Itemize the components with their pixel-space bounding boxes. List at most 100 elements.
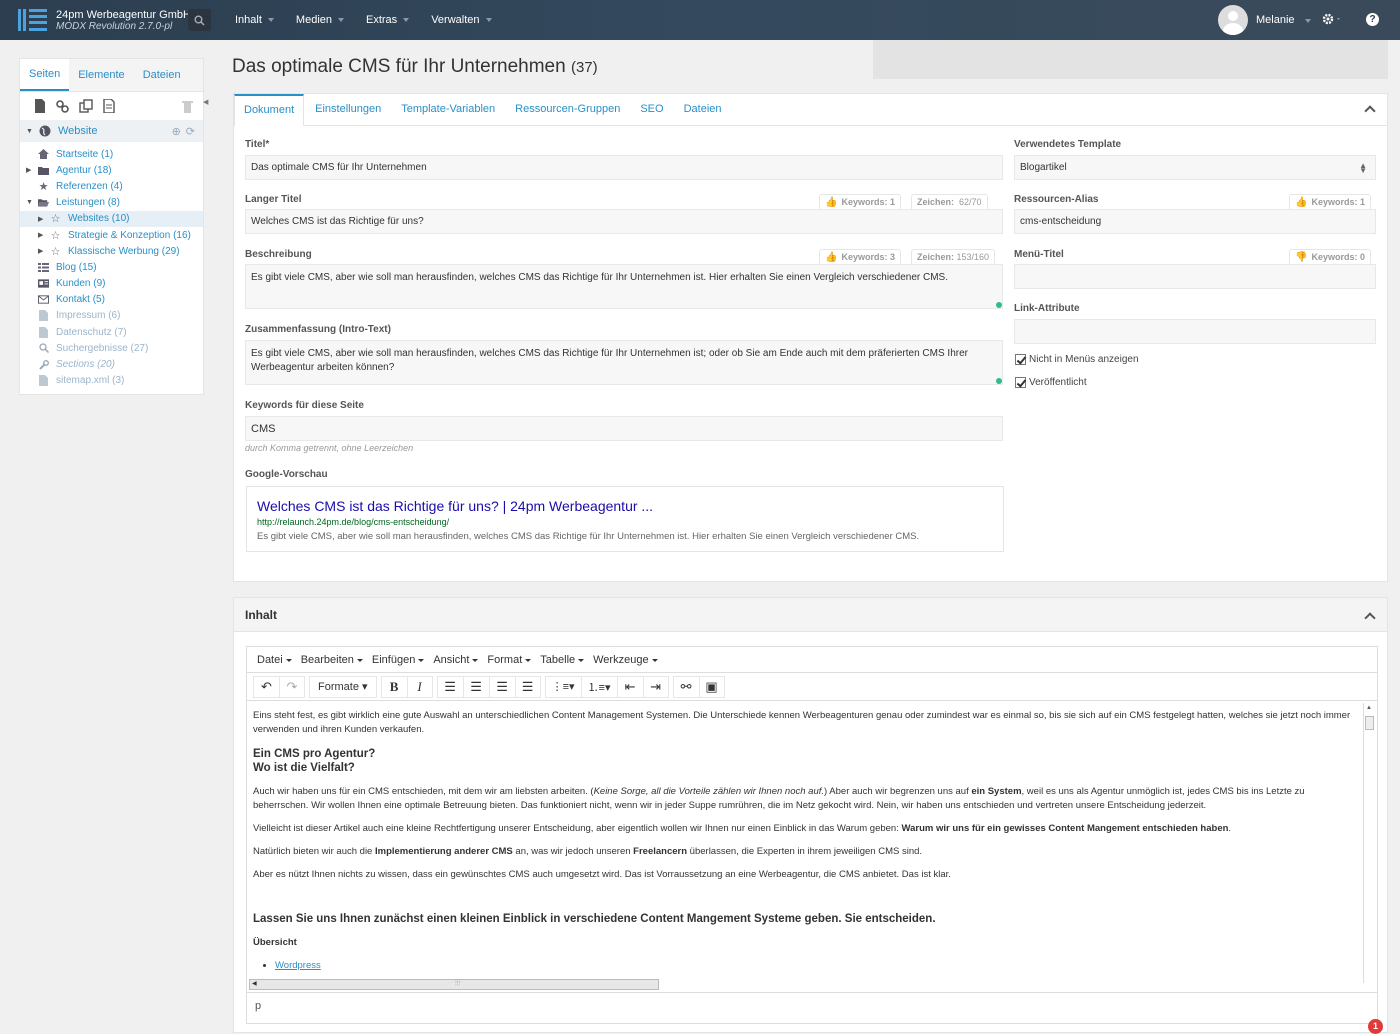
search-button[interactable] — [188, 9, 211, 31]
outdent-icon[interactable]: ⇤ — [616, 675, 643, 698]
bold-icon[interactable]: B — [380, 675, 407, 698]
user-name[interactable]: Melanie — [1256, 14, 1295, 26]
numbered-list-icon[interactable]: ⒈≡▾ — [580, 675, 617, 698]
align-center-icon[interactable]: ☰ — [462, 675, 489, 698]
menu-bearbeiten[interactable]: Bearbeiten — [301, 654, 364, 666]
tree-item[interactable]: sitemap.xml (3) — [20, 373, 203, 389]
align-right-icon[interactable]: ☰ — [488, 675, 515, 698]
page-icon — [38, 326, 49, 338]
menu-tabelle[interactable]: Tabelle — [540, 654, 584, 666]
tree-item[interactable]: ▶ ☆ Strategie & Konzeption (16) — [20, 227, 203, 243]
collapse-panel-icon[interactable] — [1365, 104, 1375, 114]
tab-dokument[interactable]: Dokument — [234, 94, 305, 127]
caret-right-icon[interactable]: ▶ — [26, 166, 31, 174]
keywords-field[interactable]: CMS — [245, 416, 1003, 441]
scroll-thumb[interactable] — [1365, 716, 1374, 730]
vertical-scrollbar[interactable]: ▲ — [1363, 703, 1375, 983]
tree-item[interactable]: Sections (20) — [20, 356, 203, 372]
caret-down-icon[interactable]: ▼ — [26, 199, 33, 206]
tree-item[interactable]: ★ Referenzen (4) — [20, 178, 203, 194]
tree-item[interactable]: Blog (15) — [20, 259, 203, 275]
caret-down-icon[interactable]: ▼ — [26, 128, 33, 135]
tree-toolbar — [20, 92, 203, 120]
notification-badge[interactable]: 1 — [1368, 1019, 1383, 1034]
static-resource-icon[interactable] — [103, 99, 115, 113]
tab-einstellungen[interactable]: Einstellungen — [306, 94, 390, 125]
tree-item[interactable]: Impressum (6) — [20, 308, 203, 324]
align-left-icon[interactable]: ☰ — [436, 675, 463, 698]
menu-werkzeuge[interactable]: Werkzeuge — [593, 654, 659, 666]
tree-item[interactable]: Suchergebnisse (27) — [20, 340, 203, 356]
tab-seiten[interactable]: Seiten — [20, 59, 70, 91]
link-icon[interactable]: ⚯ — [672, 675, 699, 698]
tree-item[interactable]: Kunden (9) — [20, 276, 203, 292]
caret-right-icon[interactable]: ▶ — [38, 247, 43, 255]
redo-icon[interactable]: ↷ — [279, 675, 305, 698]
beschreibung-field[interactable]: Es gibt viele CMS, aber wie soll man her… — [245, 264, 1003, 309]
collapse-sidebar-icon[interactable]: ◀ — [203, 98, 208, 106]
align-justify-icon[interactable]: ☰ — [514, 675, 541, 698]
menu-einfuegen[interactable]: Einfügen — [372, 654, 425, 666]
weblink-icon[interactable] — [56, 99, 69, 113]
tab-dateien[interactable]: Dateien — [134, 59, 190, 91]
tree-root-website[interactable]: ▼ Website ⊕ ⟳ — [20, 120, 203, 142]
tab-template-variablen[interactable]: Template-Variablen — [392, 94, 504, 125]
zusammenfassung-field[interactable]: Es gibt viele CMS, aber wie soll man her… — [245, 340, 1003, 385]
tree-item[interactable]: ▶ Agentur (18) — [20, 162, 203, 178]
checkbox-checked-icon[interactable] — [1015, 377, 1026, 388]
tree-item[interactable]: ▼ Leistungen (8) — [20, 195, 203, 211]
bullet-list-icon[interactable]: ⋮≡▾ — [544, 675, 581, 698]
template-select[interactable]: Blogartikel ▲ ▼ — [1014, 155, 1376, 180]
langer-titel-field[interactable]: Welches CMS ist das Richtige für uns? — [245, 209, 1003, 234]
help-icon[interactable]: ? — [1366, 13, 1379, 26]
tree-item[interactable]: Startseite (1) — [20, 146, 203, 162]
modx-logo-icon[interactable] — [18, 9, 48, 31]
caret-right-icon[interactable]: ▶ — [38, 215, 43, 223]
tree-item[interactable]: ▶ ☆ Websites (10) — [20, 210, 203, 227]
home-icon — [38, 149, 49, 160]
tree-item[interactable]: ▶ ☆ Klassische Werbung (29) — [20, 243, 203, 259]
undo-icon[interactable]: ↶ — [253, 675, 279, 698]
new-document-icon[interactable] — [34, 99, 46, 113]
menu-format[interactable]: Format — [487, 654, 532, 666]
scroll-up-icon[interactable]: ▲ — [1366, 705, 1372, 711]
element-path[interactable]: p — [255, 1000, 261, 1012]
scroll-left-icon[interactable]: ◀ — [252, 980, 257, 987]
published-checkbox[interactable]: Veröffentlicht — [1015, 377, 1087, 388]
collapse-panel-icon[interactable] — [1365, 611, 1375, 621]
add-icon[interactable]: ⊕ — [172, 125, 181, 138]
tab-ressourcen-gruppen[interactable]: Ressourcen-Gruppen — [506, 94, 629, 125]
tab-elemente[interactable]: Elemente — [69, 59, 133, 91]
gear-icon[interactable] — [1322, 12, 1342, 29]
linkattr-field[interactable] — [1014, 319, 1376, 344]
user-menu[interactable]: Melanie — [1218, 5, 1311, 35]
indent-icon[interactable]: ⇥ — [642, 675, 669, 698]
checkbox-checked-icon[interactable] — [1015, 354, 1026, 365]
list-link[interactable]: Wordpress — [275, 960, 321, 971]
menu-datei[interactable]: Datei — [257, 654, 292, 666]
alias-field[interactable]: cms-entscheidung — [1014, 209, 1376, 234]
nav-inhalt[interactable]: Inhalt — [235, 0, 274, 40]
nav-medien[interactable]: Medien — [296, 0, 345, 40]
horizontal-scrollbar[interactable]: ◀ ⦙⦙⦙ — [249, 978, 659, 990]
sidebar-tabs: Seiten Elemente Dateien — [20, 59, 203, 92]
menutitel-field[interactable] — [1014, 264, 1376, 289]
image-icon[interactable]: ▣ — [698, 675, 725, 698]
symlink-icon[interactable] — [79, 99, 93, 113]
tree-item[interactable]: Datenschutz (7) — [20, 324, 203, 340]
trash-icon[interactable] — [182, 100, 193, 113]
tab-seo[interactable]: SEO — [631, 94, 672, 125]
titel-field[interactable]: Das optimale CMS für Ihr Unternehmen — [245, 155, 1003, 180]
hide-menu-checkbox[interactable]: Nicht in Menüs anzeigen — [1015, 354, 1139, 365]
caret-right-icon[interactable]: ▶ — [38, 231, 43, 239]
tree-item[interactable]: Kontakt (5) — [20, 292, 203, 308]
avatar[interactable] — [1218, 5, 1248, 35]
editor-content[interactable]: Eins steht fest, es gibt wirklich eine g… — [253, 709, 1361, 974]
refresh-icon[interactable]: ⟳ — [186, 125, 195, 138]
italic-icon[interactable]: I — [406, 675, 433, 698]
menu-ansicht[interactable]: Ansicht — [433, 654, 479, 666]
tab-dateien[interactable]: Dateien — [675, 94, 731, 125]
nav-verwalten[interactable]: Verwalten — [431, 0, 492, 40]
nav-extras[interactable]: Extras — [366, 0, 410, 40]
formats-dropdown[interactable]: Formate ▾ — [309, 675, 377, 698]
